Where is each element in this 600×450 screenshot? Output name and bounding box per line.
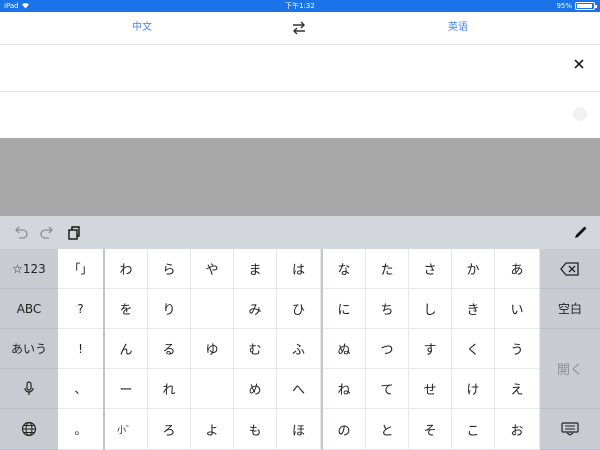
swap-languages-icon[interactable] <box>290 21 308 35</box>
kana-key[interactable]: さ <box>409 249 452 289</box>
status-time: 下午1:32 <box>285 2 315 10</box>
kana-key[interactable]: め <box>234 369 277 409</box>
status-bar: iPad 下午1:32 95% <box>0 0 600 12</box>
kana-key[interactable]: な <box>323 249 366 289</box>
kana-key[interactable]: ほ <box>277 409 321 450</box>
kana-key[interactable]: て <box>366 369 409 409</box>
kana-key[interactable]: り <box>148 289 191 329</box>
handwriting-pen-icon[interactable] <box>572 225 588 241</box>
kana-key[interactable]: の <box>323 409 366 450</box>
battery-icon <box>575 2 597 10</box>
bracket-key[interactable]: 「」 <box>58 249 103 289</box>
kana-key[interactable]: ろ <box>148 409 191 450</box>
kana-key[interactable]: か <box>452 249 495 289</box>
kana-key[interactable]: へ <box>277 369 321 409</box>
kana-key[interactable]: き <box>452 289 495 329</box>
kana-key[interactable]: す <box>409 329 452 369</box>
kana-key[interactable]: ま <box>234 249 277 289</box>
kana-key[interactable]: と <box>366 409 409 450</box>
backspace-key[interactable] <box>540 249 600 289</box>
kana-key[interactable]: ち <box>366 289 409 329</box>
numbers-key[interactable]: ☆123 <box>0 249 58 289</box>
keyboard-hide-icon <box>561 422 579 436</box>
kana-key[interactable]: る <box>148 329 191 369</box>
kana-key[interactable]: ふ <box>277 329 321 369</box>
kana-key[interactable]: く <box>452 329 495 369</box>
microphone-icon <box>23 380 35 397</box>
kana-key[interactable]: に <box>323 289 366 329</box>
dakuten-key[interactable]: 小゛ <box>105 409 148 450</box>
kana-key[interactable]: せ <box>409 369 452 409</box>
kana-key[interactable]: み <box>234 289 277 329</box>
kana-key[interactable] <box>191 289 234 329</box>
kana-key[interactable] <box>191 369 234 409</box>
kana-key[interactable]: し <box>409 289 452 329</box>
kana-key[interactable]: ひ <box>277 289 321 329</box>
kana-key[interactable]: よ <box>191 409 234 450</box>
kana-key[interactable]: や <box>191 249 234 289</box>
kana-key[interactable]: ん <box>105 329 148 369</box>
translation-area <box>0 92 600 138</box>
kana-key[interactable]: け <box>452 369 495 409</box>
kana-key[interactable]: つ <box>366 329 409 369</box>
kana-key[interactable]: ぬ <box>323 329 366 369</box>
abc-key[interactable]: ABC <box>0 289 58 329</box>
globe-icon <box>21 421 37 437</box>
kana-key[interactable]: ね <box>323 369 366 409</box>
kana-key[interactable]: お <box>495 409 540 450</box>
backspace-icon <box>560 261 580 276</box>
kana-key[interactable]: も <box>234 409 277 450</box>
battery-percent: 95% <box>556 2 572 10</box>
space-key[interactable]: 空白 <box>540 289 600 329</box>
dictation-key[interactable] <box>0 369 58 409</box>
kana-key[interactable]: ー <box>105 369 148 409</box>
return-key[interactable]: 開く <box>540 329 600 409</box>
language-bar: 中文 英语 <box>0 12 600 45</box>
keyboard-toolbar <box>0 216 600 249</box>
hide-keyboard-key[interactable] <box>540 409 600 450</box>
japanese-keyboard: ☆123 ABC あいう 「」 ? ! 、 。 わ ら や ま は を り み … <box>0 249 600 450</box>
kana-key[interactable]: は <box>277 249 321 289</box>
kana-key[interactable]: れ <box>148 369 191 409</box>
kana-key[interactable]: え <box>495 369 540 409</box>
kana-key[interactable]: そ <box>409 409 452 450</box>
kana-key[interactable]: う <box>495 329 540 369</box>
period-key[interactable]: 。 <box>58 409 103 450</box>
keyboard-separator <box>103 249 105 450</box>
exclamation-key[interactable]: ! <box>58 329 103 369</box>
question-key[interactable]: ? <box>58 289 103 329</box>
target-language-button[interactable]: 英语 <box>418 12 498 44</box>
kana-key[interactable]: こ <box>452 409 495 450</box>
paste-icon[interactable] <box>66 225 82 241</box>
kana-key[interactable]: む <box>234 329 277 369</box>
source-language-button[interactable]: 中文 <box>102 12 182 44</box>
kana-key[interactable]: を <box>105 289 148 329</box>
dimmed-overlay <box>0 138 600 216</box>
text-input-area[interactable] <box>0 45 600 92</box>
microphone-icon[interactable] <box>573 107 587 121</box>
close-icon[interactable] <box>572 57 586 71</box>
comma-key[interactable]: 、 <box>58 369 103 409</box>
kana-key[interactable]: い <box>495 289 540 329</box>
kana-key[interactable]: ら <box>148 249 191 289</box>
kana-key[interactable]: ゆ <box>191 329 234 369</box>
globe-key[interactable] <box>0 409 58 450</box>
kana-key[interactable]: あ <box>495 249 540 289</box>
keyboard-separator <box>321 249 323 450</box>
kana-key[interactable]: あいう <box>0 329 58 369</box>
redo-icon[interactable] <box>39 225 55 241</box>
undo-icon[interactable] <box>13 225 29 241</box>
kana-key[interactable]: た <box>366 249 409 289</box>
kana-key[interactable]: わ <box>105 249 148 289</box>
